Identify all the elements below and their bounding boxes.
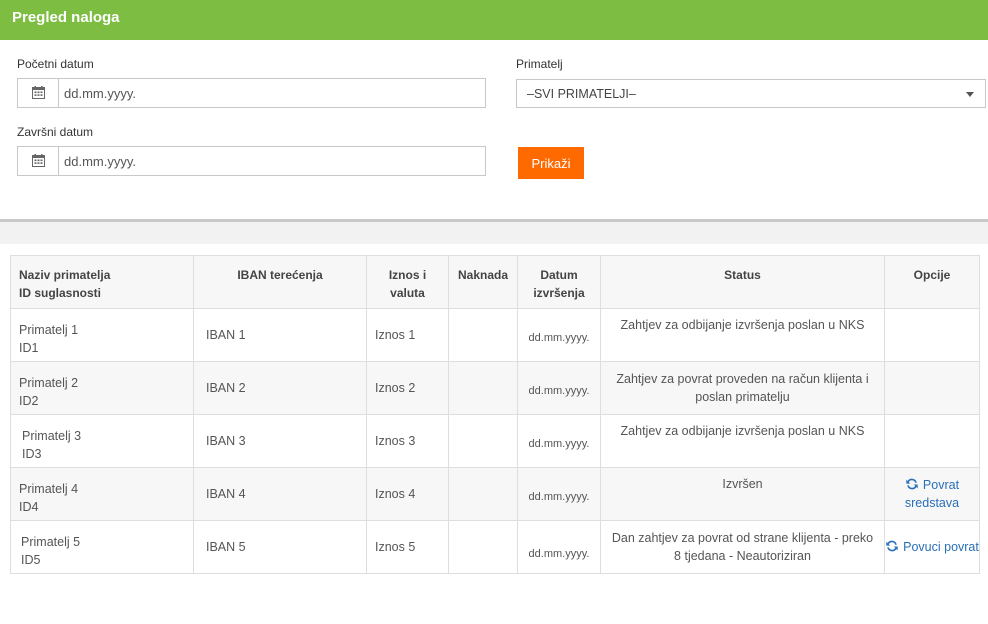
amount-cell: Iznos 2: [366, 361, 449, 415]
options-cell: Povuci povrat: [884, 520, 980, 574]
calendar-icon[interactable]: [18, 79, 59, 107]
amount-cell: Iznos 5: [366, 520, 449, 574]
date-cell: dd.mm.yyyy.: [517, 308, 601, 362]
amount-cell: Iznos 4: [366, 467, 449, 521]
column-header-status: Status: [600, 255, 885, 309]
recipient-select[interactable]: –SVI PRIMATELJI–: [516, 79, 986, 108]
refund-funds-link[interactable]: Povrat sredstava: [905, 478, 959, 510]
withdraw-refund-link[interactable]: Povuci povrat: [885, 540, 979, 554]
fee-cell: [448, 308, 518, 362]
start-date-field[interactable]: [17, 78, 486, 108]
calendar-icon[interactable]: [18, 147, 59, 175]
table-row: Primatelj 3 ID3 IBAN 3 Iznos 3 dd.mm.yyyy…: [10, 414, 980, 468]
chevron-down-icon: [966, 92, 974, 97]
page-title: Pregled naloga: [12, 9, 120, 26]
iban-cell: IBAN 3: [193, 414, 367, 468]
column-header-name: Naziv primatelja ID suglasnosti: [10, 255, 194, 309]
recipient-cell: Primatelj 2 ID2: [10, 361, 194, 415]
page-header: Pregled naloga: [0, 0, 988, 40]
refresh-icon: [906, 478, 918, 490]
status-cell: Zahtjev za odbijanje izvršenja poslan u …: [600, 414, 885, 468]
fee-cell: [448, 467, 518, 521]
column-header-options: Opcije: [884, 255, 980, 309]
end-date-input[interactable]: [60, 147, 480, 175]
recipient-cell: Primatelj 3 ID3: [10, 414, 194, 468]
options-cell: [884, 308, 980, 362]
amount-cell: Iznos 3: [366, 414, 449, 468]
options-cell: [884, 414, 980, 468]
column-header-fee: Naknada: [448, 255, 518, 309]
date-cell: dd.mm.yyyy.: [517, 467, 601, 521]
column-header-iban: IBAN terećenja: [193, 255, 367, 309]
end-date-label: Završni datum: [17, 125, 94, 139]
show-button[interactable]: Prikaži: [518, 147, 584, 179]
iban-cell: IBAN 1: [193, 308, 367, 362]
iban-cell: IBAN 2: [193, 361, 367, 415]
column-header-amount: Iznos i valuta: [366, 255, 449, 309]
orders-table: Naziv primatelja ID suglasnosti IBAN tere…: [10, 255, 980, 574]
table-header-row: Naziv primatelja ID suglasnosti IBAN tere…: [10, 255, 980, 309]
table-row: Primatelj 2 ID2 IBAN 2 Iznos 2 dd.mm.yyyy…: [10, 361, 980, 415]
column-header-date: Datum izvršenja: [517, 255, 601, 309]
status-cell: Zahtjev za odbijanje izvršenja poslan u …: [600, 308, 885, 362]
recipient-cell: Primatelj 4 ID4: [10, 467, 194, 521]
recipient-cell: Primatelj 1 ID1: [10, 308, 194, 362]
options-cell: [884, 361, 980, 415]
table-row: Primatelj 4 ID4 IBAN 4 Iznos 4 dd.mm.yyyy…: [10, 467, 980, 521]
status-cell: Dan zahtjev za povrat od strane klijenta…: [600, 520, 885, 574]
table-row: Primatelj 1 ID1 IBAN 1 Iznos 1 dd.mm.yyyy…: [10, 308, 980, 362]
refresh-icon: [886, 540, 898, 552]
date-cell: dd.mm.yyyy.: [517, 361, 601, 415]
options-cell: Povrat sredstava: [884, 467, 980, 521]
status-cell: Zahtjev za povrat proveden na račun klij…: [600, 361, 885, 415]
fee-cell: [448, 414, 518, 468]
section-separator: [0, 222, 988, 244]
fee-cell: [448, 361, 518, 415]
iban-cell: IBAN 4: [193, 467, 367, 521]
start-date-label: Početni datum: [17, 57, 94, 71]
recipient-cell: Primatelj 5 ID5: [10, 520, 194, 574]
recipient-label: Primatelj: [516, 57, 563, 71]
iban-cell: IBAN 5: [193, 520, 367, 574]
date-cell: dd.mm.yyyy.: [517, 414, 601, 468]
date-cell: dd.mm.yyyy.: [517, 520, 601, 574]
amount-cell: Iznos 1: [366, 308, 449, 362]
status-cell: Izvršen: [600, 467, 885, 521]
table-row: Primatelj 5 ID5 IBAN 5 Iznos 5 dd.mm.yyyy…: [10, 520, 980, 574]
recipient-select-value: –SVI PRIMATELJI–: [527, 87, 636, 101]
fee-cell: [448, 520, 518, 574]
end-date-field[interactable]: [17, 146, 486, 176]
start-date-input[interactable]: [60, 79, 480, 107]
